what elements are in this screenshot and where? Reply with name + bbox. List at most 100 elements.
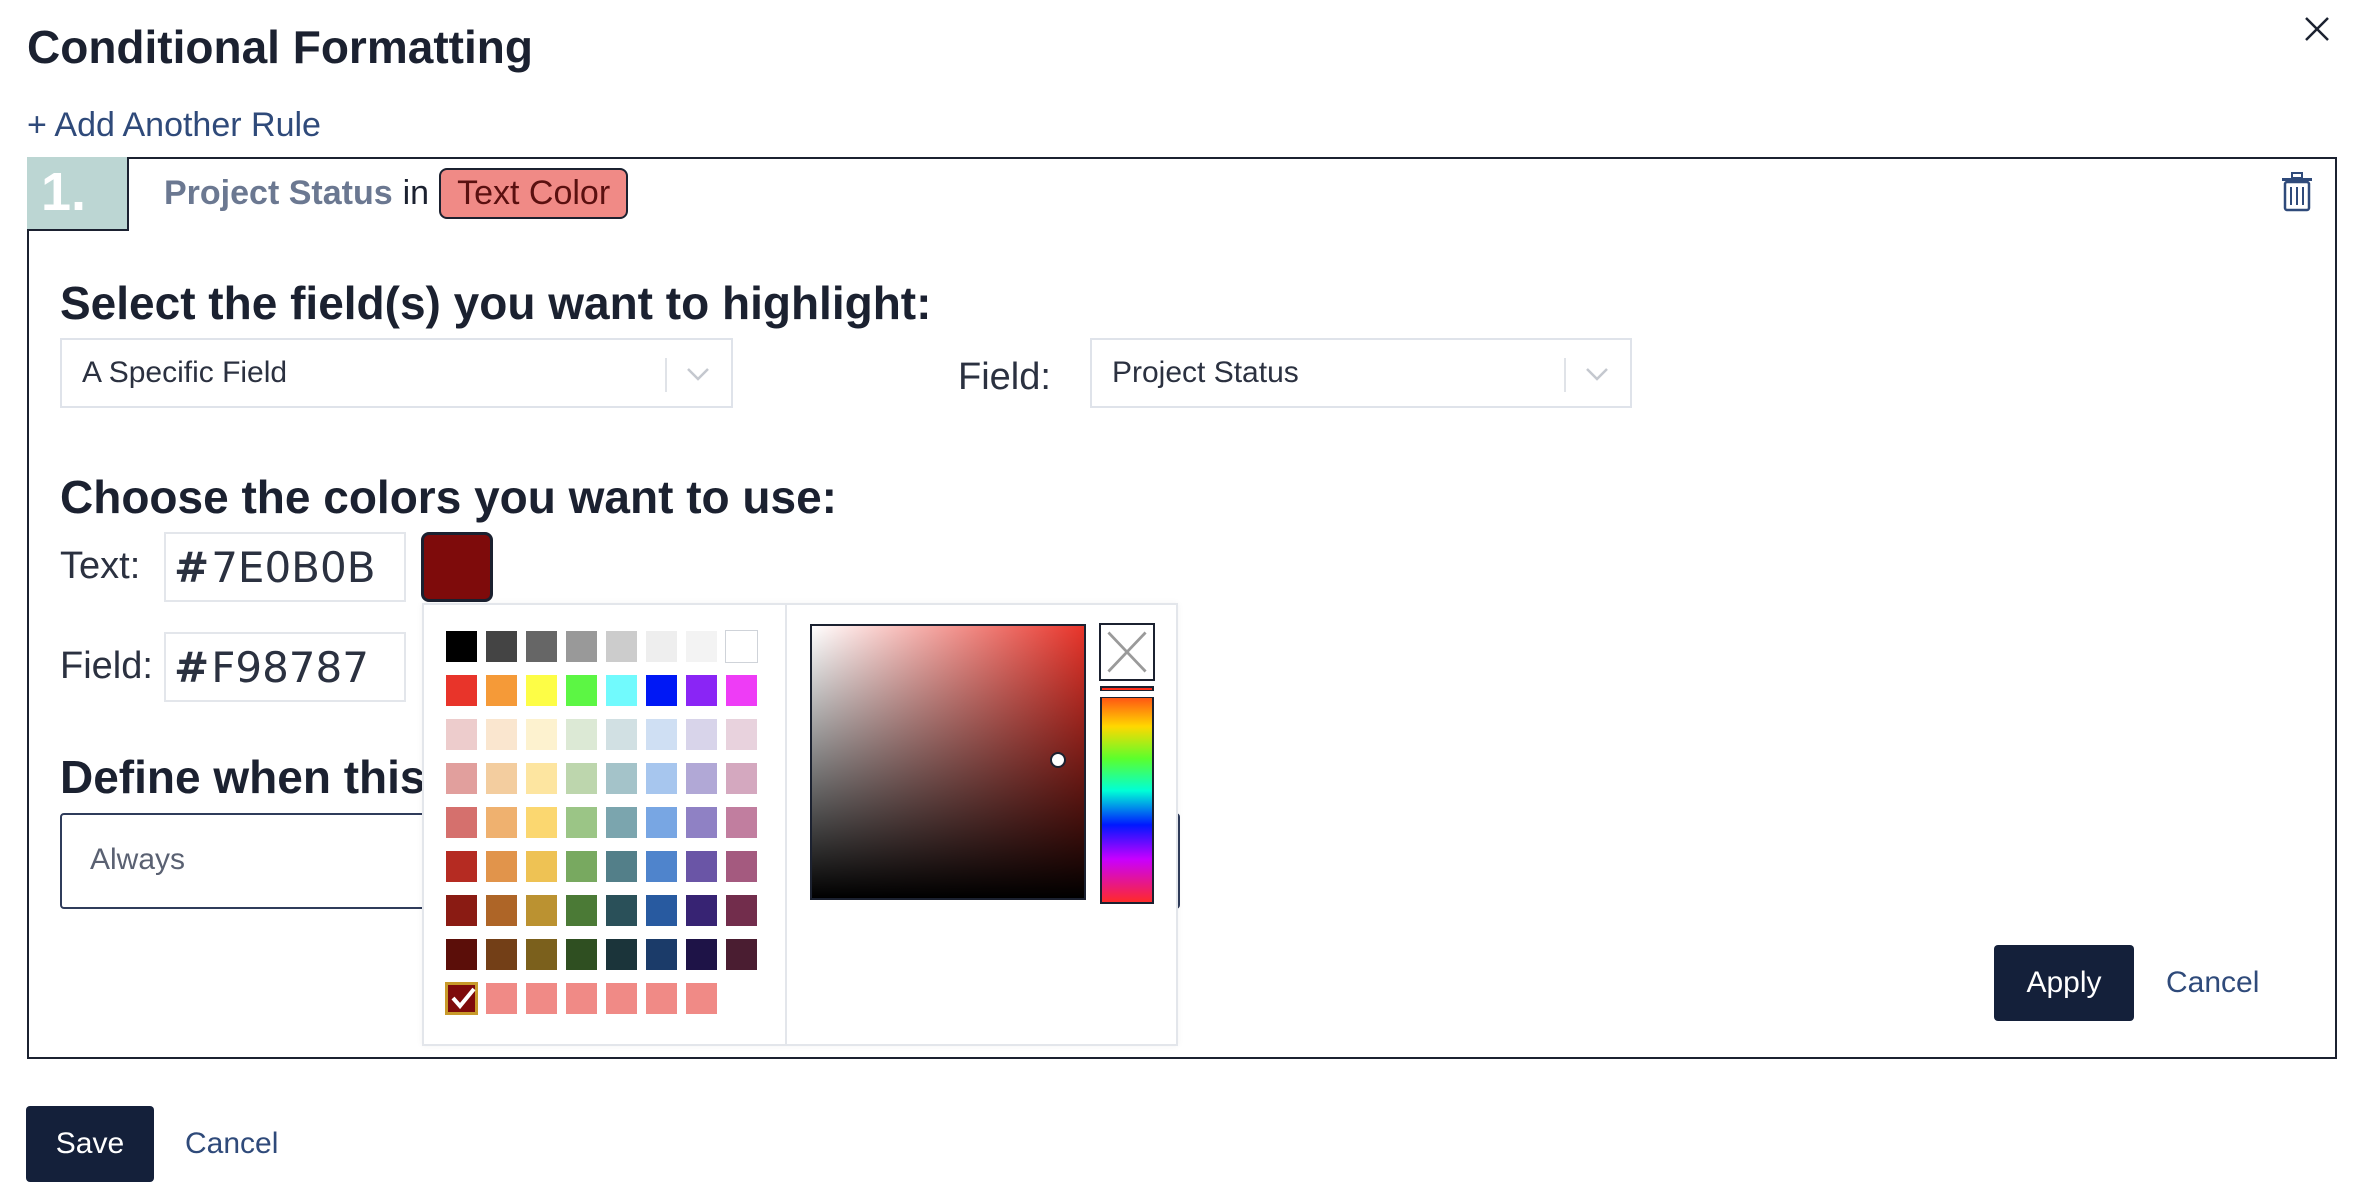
field-color-hex-input[interactable]: # F98787 [164, 632, 406, 702]
palette-swatch[interactable] [725, 806, 758, 839]
palette-swatch[interactable] [525, 674, 558, 707]
palette-swatch[interactable] [725, 674, 758, 707]
palette-swatch[interactable] [685, 674, 718, 707]
field-select[interactable]: Project Status [1090, 338, 1632, 408]
palette-swatch[interactable] [645, 850, 678, 883]
text-color-hex-input[interactable]: # 7E0B0B [164, 532, 406, 602]
palette-swatch[interactable] [565, 938, 598, 971]
hue-slider-handle[interactable] [1100, 690, 1154, 698]
palette-swatch[interactable] [445, 806, 478, 839]
custom-swatch[interactable] [685, 982, 718, 1015]
select-divider [665, 358, 667, 392]
palette-swatch[interactable] [445, 630, 478, 663]
no-color-icon[interactable] [1099, 623, 1155, 681]
saturation-value-area[interactable] [810, 624, 1086, 900]
palette-swatch[interactable] [525, 718, 558, 751]
chevron-down-icon [687, 368, 709, 381]
palette-swatch[interactable] [605, 850, 638, 883]
field-color-hex-value: F98787 [211, 642, 369, 692]
palette-swatch[interactable] [725, 938, 758, 971]
rule-connector: in [402, 174, 430, 212]
palette-swatch[interactable] [725, 850, 758, 883]
palette-swatch[interactable] [445, 850, 478, 883]
checkmark-icon [451, 987, 476, 1010]
palette-swatch[interactable] [685, 938, 718, 971]
palette-swatch[interactable] [485, 718, 518, 751]
palette-swatch[interactable] [525, 762, 558, 795]
save-button[interactable]: Save [26, 1106, 154, 1182]
palette-swatch[interactable] [725, 630, 758, 663]
palette-swatch[interactable] [685, 718, 718, 751]
palette-swatch[interactable] [685, 762, 718, 795]
palette-swatch[interactable] [605, 630, 638, 663]
palette-swatch[interactable] [565, 806, 598, 839]
palette-swatch[interactable] [605, 894, 638, 927]
picker-divider [785, 603, 787, 1046]
palette-swatch[interactable] [605, 718, 638, 751]
palette-swatch[interactable] [565, 894, 598, 927]
custom-swatch[interactable] [605, 982, 638, 1015]
palette-swatch[interactable] [485, 806, 518, 839]
custom-swatch[interactable] [565, 982, 598, 1015]
palette-swatch[interactable] [485, 674, 518, 707]
palette-swatch[interactable] [605, 674, 638, 707]
palette-swatch[interactable] [645, 718, 678, 751]
palette-swatch[interactable] [445, 894, 478, 927]
selected-custom-swatch[interactable] [445, 982, 478, 1015]
palette-swatch[interactable] [645, 806, 678, 839]
palette-swatch[interactable] [485, 630, 518, 663]
palette-swatch[interactable] [445, 938, 478, 971]
palette-swatch[interactable] [645, 894, 678, 927]
palette-swatch[interactable] [725, 718, 758, 751]
scope-select[interactable]: A Specific Field [60, 338, 733, 408]
custom-swatch[interactable] [645, 982, 678, 1015]
palette-swatch[interactable] [605, 806, 638, 839]
palette-swatch[interactable] [645, 938, 678, 971]
palette-swatch[interactable] [725, 894, 758, 927]
palette-swatch[interactable] [645, 630, 678, 663]
palette-swatch[interactable] [685, 806, 718, 839]
chevron-down-icon [1586, 368, 1608, 381]
palette-swatch[interactable] [485, 894, 518, 927]
custom-swatch[interactable] [485, 982, 518, 1015]
palette-swatch[interactable] [645, 762, 678, 795]
palette-swatch[interactable] [565, 718, 598, 751]
rule-field-name: Project Status [164, 174, 393, 212]
palette-swatch[interactable] [525, 894, 558, 927]
field-label: Field: [958, 356, 1051, 398]
select-fields-heading: Select the field(s) you want to highligh… [60, 277, 932, 329]
palette-swatch[interactable] [565, 762, 598, 795]
apply-button[interactable]: Apply [1994, 945, 2134, 1021]
palette-swatch[interactable] [485, 762, 518, 795]
palette-swatch[interactable] [685, 894, 718, 927]
palette-swatch[interactable] [525, 630, 558, 663]
palette-swatch[interactable] [525, 806, 558, 839]
palette-swatch[interactable] [485, 938, 518, 971]
palette-swatch[interactable] [525, 850, 558, 883]
palette-swatch[interactable] [445, 674, 478, 707]
palette-swatch[interactable] [445, 718, 478, 751]
palette-swatch[interactable] [725, 762, 758, 795]
saturation-value-handle[interactable] [1050, 752, 1066, 768]
palette-swatch[interactable] [605, 762, 638, 795]
palette-swatch[interactable] [685, 850, 718, 883]
rule-cancel-link[interactable]: Cancel [2166, 966, 2259, 1000]
palette-swatch[interactable] [565, 630, 598, 663]
palette-swatch[interactable] [445, 762, 478, 795]
rule-number: 1. [27, 157, 129, 231]
footer-cancel-link[interactable]: Cancel [185, 1127, 278, 1161]
text-color-swatch-button[interactable] [421, 532, 493, 602]
palette-swatch[interactable] [645, 674, 678, 707]
palette-swatch[interactable] [685, 630, 718, 663]
close-icon[interactable] [2300, 12, 2334, 46]
custom-swatch[interactable] [525, 982, 558, 1015]
palette-swatch[interactable] [485, 850, 518, 883]
palette-swatch[interactable] [525, 938, 558, 971]
hue-slider[interactable] [1100, 686, 1154, 904]
rule-summary[interactable]: Project Status in Text Color [164, 168, 629, 219]
palette-swatch[interactable] [565, 850, 598, 883]
trash-icon[interactable] [2280, 172, 2314, 212]
palette-swatch[interactable] [565, 674, 598, 707]
add-another-rule-link[interactable]: + Add Another Rule [27, 106, 321, 145]
palette-swatch[interactable] [605, 938, 638, 971]
